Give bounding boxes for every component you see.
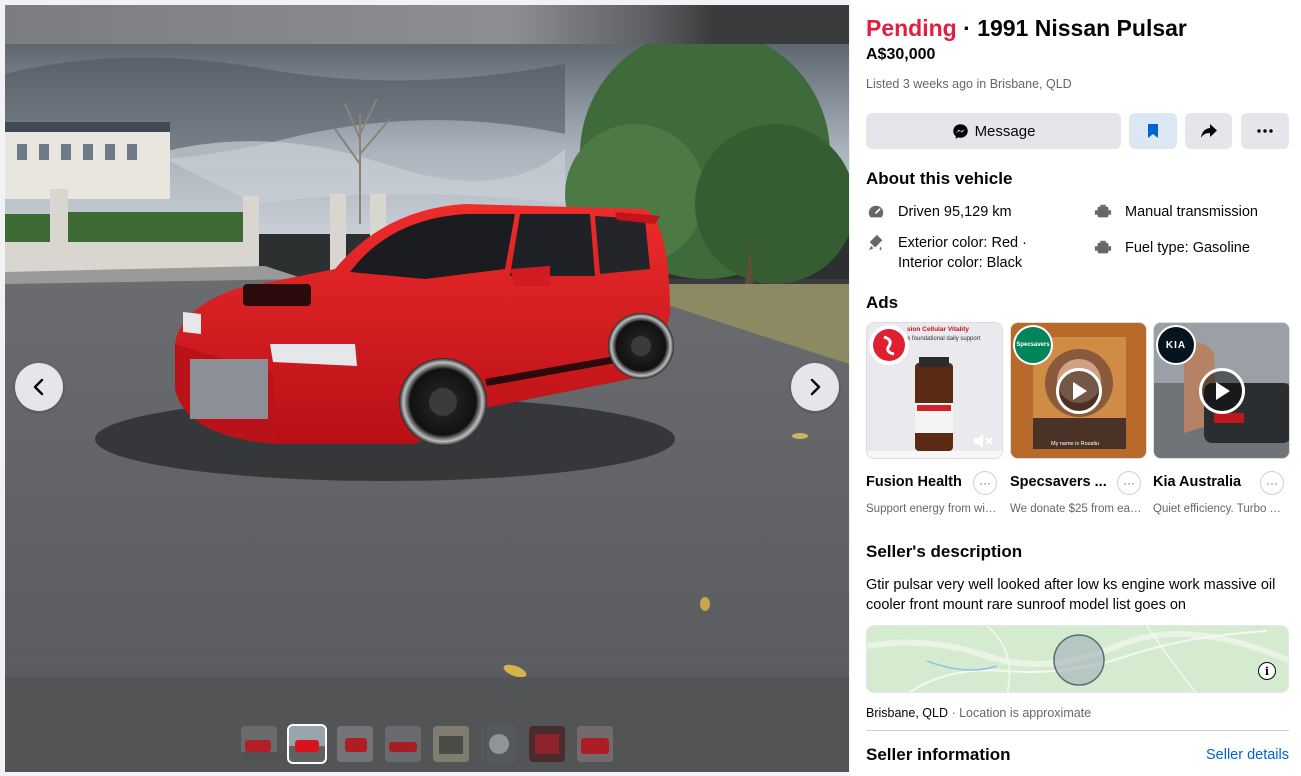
- spec-transmission-text: Manual transmission: [1125, 204, 1258, 220]
- specsavers-logo: Specsavers: [1013, 325, 1053, 365]
- ad-headline: sion Cellular Vitality: [907, 326, 970, 333]
- ads-heading: Ads: [866, 293, 899, 312]
- message-button-label: Message: [974, 122, 1036, 140]
- more-icon: [1257, 129, 1273, 133]
- share-button[interactable]: [1185, 113, 1232, 149]
- photo-thumbnail[interactable]: [337, 726, 373, 762]
- photo-top-bar: [5, 5, 849, 44]
- more-options-button[interactable]: [1241, 113, 1289, 149]
- photo-viewer: [5, 5, 849, 772]
- play-icon: [1216, 382, 1230, 400]
- exterior-color: Exterior color: Red ·: [898, 235, 1027, 251]
- speedometer-icon: [866, 202, 886, 222]
- play-button[interactable]: [1056, 368, 1102, 414]
- seller-details-link[interactable]: Seller details: [1206, 747, 1289, 763]
- spec-transmission: Manual transmission: [1093, 202, 1258, 222]
- car-photo-image: [5, 44, 849, 677]
- title-separator: ·: [963, 15, 971, 41]
- spec-fuel: Fuel type: Gasoline: [1093, 238, 1250, 258]
- ad-image[interactable]: My name is Rozaliu Specsavers: [1010, 322, 1147, 459]
- ad-card[interactable]: KIA Kia Australia ··· Quiet efficiency. …: [1153, 322, 1290, 515]
- listing-title: Pending · 1991 Nissan Pulsar: [866, 15, 1187, 42]
- seller-description-heading: Seller's description: [866, 542, 1023, 561]
- map-info-button[interactable]: i: [1258, 662, 1276, 680]
- photo-thumbnail[interactable]: [481, 726, 517, 762]
- ad-description: Quiet efficiency. Turbo …: [1153, 503, 1282, 515]
- ad-name[interactable]: Kia Australia: [1153, 474, 1241, 490]
- messenger-icon: [952, 123, 968, 139]
- ad-subheadline: e foundational daily support: [907, 336, 981, 342]
- chevron-right-icon: [810, 378, 821, 396]
- location-map[interactable]: i: [866, 625, 1289, 693]
- specsavers-logo-text: Specsavers: [1016, 342, 1050, 348]
- ad-card[interactable]: My name is Rozaliu Specsavers Specsavers…: [1010, 322, 1147, 515]
- ad-description: We donate $25 from ea…: [1010, 503, 1142, 515]
- message-button[interactable]: Message: [866, 113, 1121, 149]
- photo-thumbnail[interactable]: [241, 726, 277, 762]
- ad-description: Support energy from wi…: [866, 503, 997, 515]
- status-pending: Pending: [866, 15, 957, 41]
- photo-thumbnail[interactable]: [433, 726, 469, 762]
- ad-more-options-button[interactable]: ···: [973, 471, 997, 495]
- ad-name[interactable]: Fusion Health: [866, 474, 962, 490]
- muted-speaker-icon[interactable]: [972, 432, 994, 450]
- thumbnail-list: [241, 724, 613, 764]
- play-icon: [1073, 382, 1087, 400]
- paint-icon: [866, 233, 886, 253]
- save-button[interactable]: [1129, 113, 1177, 149]
- interior-color: Interior color: Black: [898, 255, 1023, 271]
- ad-image[interactable]: KIA: [1153, 322, 1290, 459]
- listing-name: 1991 Nissan Pulsar: [977, 15, 1187, 41]
- ad-image[interactable]: sion Cellular Vitality e foundational da…: [866, 322, 1003, 459]
- ad-more-options-button[interactable]: ···: [1260, 471, 1284, 495]
- photo-thumbnail[interactable]: [385, 726, 421, 762]
- map-image: [867, 626, 1288, 692]
- spec-color-text: Exterior color: Red · Interior color: Bl…: [898, 233, 1027, 273]
- location-city: Brisbane, QLD: [866, 706, 948, 720]
- transmission-icon: [1093, 202, 1113, 222]
- ad-card[interactable]: sion Cellular Vitality e foundational da…: [866, 322, 1003, 515]
- location-approx-note: · Location is approximate: [947, 706, 1092, 720]
- kia-logo: KIA: [1156, 325, 1196, 365]
- photo-thumbnail[interactable]: [577, 726, 613, 762]
- about-vehicle-heading: About this vehicle: [866, 169, 1013, 188]
- seller-information-heading: Seller information: [866, 745, 1011, 764]
- ads-carousel: sion Cellular Vitality e foundational da…: [866, 322, 1291, 517]
- seller-description-text: Gtir pulsar very well looked after low k…: [866, 577, 1276, 613]
- share-icon: [1200, 124, 1217, 138]
- divider: [866, 730, 1289, 731]
- play-button[interactable]: [1199, 368, 1245, 414]
- fusion-health-logo: [869, 325, 909, 365]
- location-caption: Brisbane, QLD · Location is approximate: [866, 706, 1091, 720]
- photo-thumbnail[interactable]: [529, 726, 565, 762]
- chevron-left-icon: [33, 378, 44, 396]
- ad-name[interactable]: Specsavers ...: [1010, 474, 1107, 490]
- ad-more-options-button[interactable]: ···: [1117, 471, 1141, 495]
- ad-video-caption: My name is Rozaliu: [1051, 441, 1099, 447]
- spec-mileage: Driven 95,129 km: [866, 202, 1012, 222]
- next-photo-button[interactable]: [791, 363, 839, 411]
- kia-logo-text: KIA: [1165, 339, 1187, 351]
- fuel-icon: [1093, 238, 1113, 258]
- spec-fuel-text: Fuel type: Gasoline: [1125, 240, 1250, 256]
- photo-thumbnail[interactable]: [287, 724, 327, 764]
- bookmark-icon: [1148, 124, 1158, 138]
- listing-price: A$30,000: [866, 46, 936, 63]
- main-photo[interactable]: [5, 44, 849, 677]
- spec-mileage-text: Driven 95,129 km: [898, 204, 1012, 220]
- spec-color: Exterior color: Red · Interior color: Bl…: [866, 233, 1027, 273]
- listing-details-pane: Pending · 1991 Nissan Pulsar A$30,000 Li…: [850, 0, 1301, 776]
- previous-photo-button[interactable]: [15, 363, 63, 411]
- listed-info: Listed 3 weeks ago in Brisbane, QLD: [866, 77, 1072, 91]
- action-buttons: Message: [866, 113, 1289, 149]
